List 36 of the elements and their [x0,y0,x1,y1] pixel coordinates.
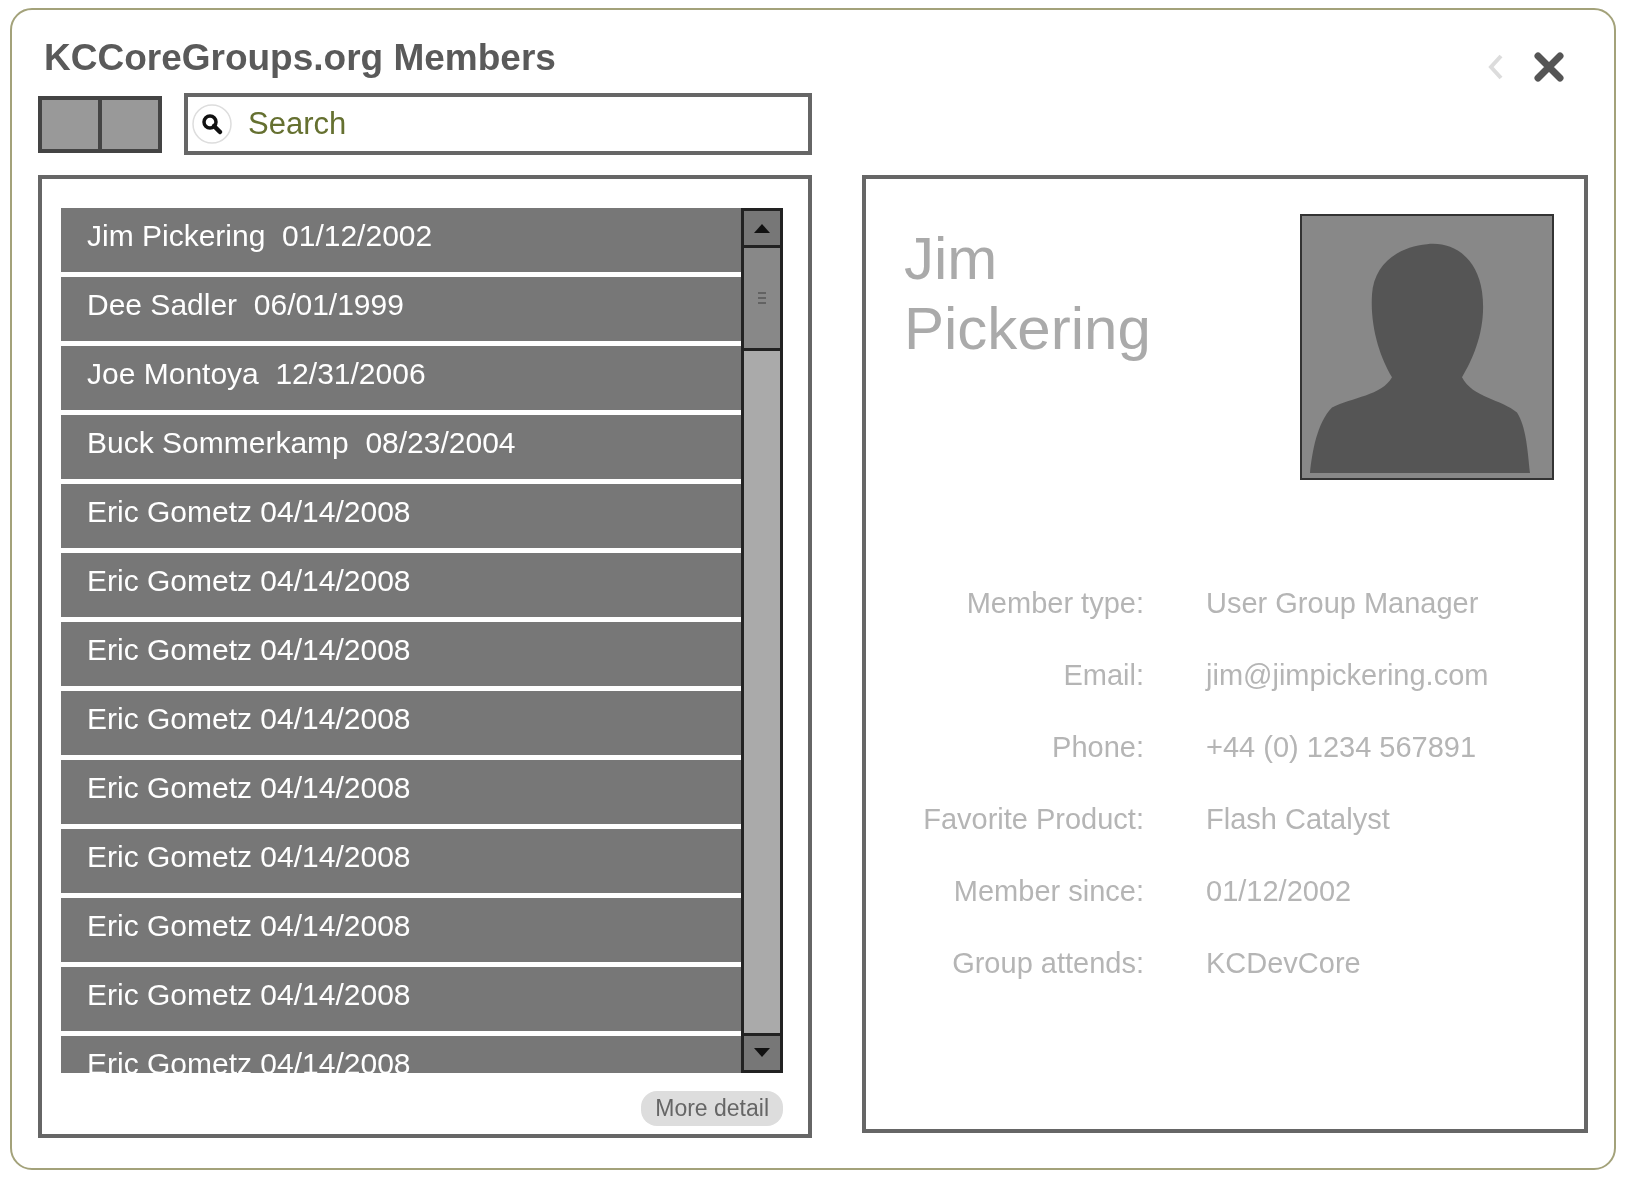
member-row[interactable]: Eric Gometz 04/14/2008 [61,622,741,686]
member-row[interactable]: Eric Gometz 04/14/2008 [61,484,741,548]
field-value: User Group Manager [1206,586,1480,621]
field-label: Group attends: [951,946,1144,981]
window-title: KCCoreGroups.org Members [43,36,556,80]
field-value: Flash Catalyst [1206,802,1391,837]
field-label: Member type: [965,586,1144,621]
field-value: +44 (0) 1234 567891 [1206,730,1478,765]
member-row[interactable]: Joe Montoya 12/31/2006 [61,346,741,410]
field-label: Email: [1062,658,1144,693]
more-detail-button[interactable]: More detail [641,1091,783,1126]
member-row[interactable]: Eric Gometz 04/14/2008 [61,760,741,824]
grip-icon [757,291,767,305]
member-row[interactable]: Eric Gometz 04/14/2008 [61,967,741,1031]
member-row[interactable]: Jim Pickering 01/12/2002 [61,208,741,272]
member-row[interactable]: Buck Sommerkamp 08/23/2004 [61,415,741,479]
member-row[interactable]: Dee Sadler 06/01/1999 [61,277,741,341]
field-value: jim@jimpickering.com [1206,658,1490,693]
field-value: KCDevCore [1206,946,1362,981]
close-icon[interactable] [1534,52,1564,82]
down-arrow-icon[interactable] [752,1047,772,1059]
scrollbar[interactable] [741,208,783,1073]
search-field[interactable]: Search [184,93,812,155]
member-row[interactable]: Eric Gometz 04/14/2008 [61,829,741,893]
member-row[interactable]: Eric Gometz 04/14/2008 [61,898,741,962]
field-label: Favorite Product: [922,802,1144,837]
search-icon [192,104,232,144]
field-label: Phone: [1051,730,1144,765]
two-pane-icon[interactable] [38,95,162,153]
field-value: 01/12/2002 [1206,874,1353,909]
member-row[interactable]: Eric Gometz 04/14/2008 [61,553,741,617]
scroll-thumb[interactable] [744,248,780,351]
up-arrow-icon[interactable] [752,222,772,234]
member-row[interactable]: Eric Gometz 04/14/2008 [61,691,741,755]
field-label: Member since: [952,874,1144,909]
member-name: Jim Pickering [904,224,1152,364]
